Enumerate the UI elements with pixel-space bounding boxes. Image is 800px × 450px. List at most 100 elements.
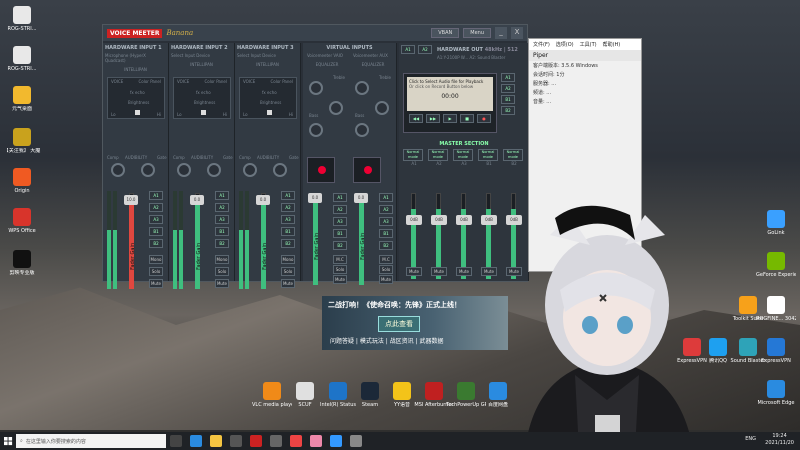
out-a2-button[interactable]: A2 bbox=[418, 45, 432, 54]
recorder-a1-button[interactable]: A1 bbox=[501, 73, 515, 82]
close-button[interactable]: X bbox=[511, 27, 523, 39]
comp-knob[interactable] bbox=[177, 163, 191, 177]
bus-button-b1[interactable]: B1 bbox=[149, 227, 163, 236]
mono-button[interactable]: Mono bbox=[215, 255, 229, 264]
netease-taskbar-icon[interactable] bbox=[290, 435, 302, 447]
rewind-icon[interactable]: ◀◀ bbox=[409, 114, 423, 123]
comp-knob[interactable] bbox=[243, 163, 257, 177]
bus-mode-button[interactable]: Normal mode bbox=[428, 149, 448, 161]
clock-time[interactable]: 19:24 bbox=[765, 433, 794, 440]
minimize-button[interactable]: _ bbox=[495, 27, 507, 39]
comp-knob[interactable] bbox=[111, 163, 125, 177]
play-icon[interactable]: ▶ bbox=[443, 114, 457, 123]
app-taskbar-icon[interactable] bbox=[270, 435, 282, 447]
solo-button[interactable]: Solo bbox=[333, 265, 347, 274]
fader-handle[interactable]: 10.0 bbox=[124, 195, 138, 205]
intellipan-pad[interactable]: VOICE Color Panel fx echo Brightness Lo … bbox=[107, 77, 165, 119]
bus-button-b2[interactable]: B2 bbox=[379, 241, 393, 250]
bus-button-b2[interactable]: B2 bbox=[333, 241, 347, 250]
intellipan-pad[interactable]: VOICE Color Panel fx echo Brightness Lo … bbox=[173, 77, 231, 119]
bus-button-a2[interactable]: A2 bbox=[281, 203, 295, 212]
bus-button-a3[interactable]: A3 bbox=[215, 215, 229, 224]
task-view-icon[interactable] bbox=[170, 435, 182, 447]
desktop-icon[interactable]: ROG-STRI... bbox=[2, 46, 42, 72]
pan-handle[interactable] bbox=[201, 110, 206, 115]
desktop-icon[interactable]: Toolkit Suite bbox=[728, 296, 768, 322]
recorder-a2-button[interactable]: A2 bbox=[501, 84, 515, 93]
gate-knob[interactable] bbox=[207, 163, 221, 177]
strip-device[interactable]: Select Input Device bbox=[169, 53, 234, 58]
bus-button-b1[interactable]: B1 bbox=[281, 227, 295, 236]
fader-handle[interactable]: 0dB bbox=[431, 215, 447, 225]
desktop-icon[interactable]: 剪映专业版 bbox=[2, 250, 42, 276]
taskbar-search-box[interactable]: ⌕ 在这里输入你要搜索的内容 bbox=[16, 434, 166, 448]
bus-mode-button[interactable]: Normal mode bbox=[478, 149, 498, 161]
clock-date[interactable]: 2021/11/20 bbox=[765, 440, 794, 447]
desktop-icon[interactable]: 元气桌面 bbox=[2, 86, 42, 112]
desktop-icon[interactable]: GoLink bbox=[756, 210, 796, 236]
record-icon[interactable]: ● bbox=[477, 114, 491, 123]
fader-handle[interactable]: 0dB bbox=[406, 215, 422, 225]
bus-button-a3[interactable]: A3 bbox=[333, 217, 347, 226]
strip-device[interactable]: Microphone (HyperX Quadcast) bbox=[103, 53, 168, 63]
voicemeeter-titlebar[interactable]: VOICE MEETER Banana VBAN Menu _ X bbox=[103, 25, 527, 41]
desktop-icon[interactable]: 【关注我】 大魔 bbox=[2, 128, 42, 154]
language-indicator[interactable]: ENG bbox=[745, 436, 756, 443]
desktop-icon[interactable]: Microsoft Edge bbox=[756, 380, 796, 406]
recorder-panel[interactable]: Click to Select Audio file for Playback … bbox=[403, 73, 497, 133]
voicemeeter-window[interactable]: VOICE MEETER Banana VBAN Menu _ X HARDWA… bbox=[102, 24, 529, 289]
eq-knob[interactable] bbox=[309, 81, 323, 95]
ad-links[interactable]: 问题答疑 | 模式玩法 | 战区资讯 | 武器数据 bbox=[330, 336, 444, 345]
mute-button[interactable]: Mute bbox=[215, 279, 229, 288]
bus-button-b2[interactable]: B2 bbox=[149, 239, 163, 248]
mute-button[interactable]: Mute bbox=[379, 275, 393, 284]
bus-button-a1[interactable]: A1 bbox=[281, 191, 295, 200]
mono-button[interactable]: Mono bbox=[281, 255, 295, 264]
bus-button-b2[interactable]: B2 bbox=[215, 239, 229, 248]
app2-taskbar-icon[interactable] bbox=[330, 435, 342, 447]
desktop-icon[interactable]: GeForce Experience bbox=[756, 252, 796, 278]
forward-icon[interactable]: ▶▶ bbox=[426, 114, 440, 123]
bus-button-b1[interactable]: B1 bbox=[333, 229, 347, 238]
desktop-icon[interactable]: Origin bbox=[2, 168, 42, 194]
mute-button[interactable]: Mute bbox=[281, 279, 295, 288]
menu-item[interactable]: 文件(F) bbox=[533, 41, 550, 48]
start-button[interactable] bbox=[0, 432, 16, 450]
bus-button-a2[interactable]: A2 bbox=[215, 203, 229, 212]
bus-button-a1[interactable]: A1 bbox=[149, 191, 163, 200]
bus-button-a1[interactable]: A1 bbox=[379, 193, 393, 202]
desktop-icon[interactable]: 百度网盘 bbox=[478, 382, 518, 408]
mute-button[interactable]: Mute bbox=[456, 267, 472, 276]
solo-button[interactable]: Solo bbox=[281, 267, 295, 276]
eq-knob[interactable] bbox=[375, 101, 389, 115]
recorder-b2-button[interactable]: B2 bbox=[501, 106, 515, 115]
properties-menu-bar[interactable]: 文件(F) 选项(O) 工具(T) 帮助(H) bbox=[529, 39, 641, 50]
bus-button-a1[interactable]: A1 bbox=[333, 193, 347, 202]
solo-button[interactable]: Solo bbox=[379, 265, 393, 274]
solo-button[interactable]: Solo bbox=[215, 267, 229, 276]
explorer-taskbar-icon[interactable] bbox=[210, 435, 222, 447]
mc-button[interactable]: M.C bbox=[333, 255, 347, 264]
gate-knob[interactable] bbox=[141, 163, 155, 177]
eq-knob[interactable] bbox=[355, 123, 369, 137]
menu-item[interactable]: 帮助(H) bbox=[603, 41, 621, 48]
mute-button[interactable]: Mute bbox=[149, 279, 163, 288]
mc-button[interactable]: M.C bbox=[379, 255, 393, 264]
strip-device[interactable]: Select Input Device bbox=[235, 53, 300, 58]
mute-button[interactable]: Mute bbox=[406, 267, 422, 276]
eq-knob[interactable] bbox=[329, 101, 343, 115]
mute-button[interactable]: Mute bbox=[481, 267, 497, 276]
stop-icon[interactable]: ■ bbox=[460, 114, 474, 123]
menu-item[interactable]: 工具(T) bbox=[580, 41, 597, 48]
system-tray[interactable]: ENG 19:24 2021/11/20 bbox=[745, 433, 794, 447]
desktop-icon[interactable]: ROG-STRI... bbox=[2, 6, 42, 32]
menu-item[interactable]: 选项(O) bbox=[556, 41, 574, 48]
fader-handle[interactable]: 0dB bbox=[456, 215, 472, 225]
fader-handle[interactable]: 0.0 bbox=[308, 193, 322, 203]
bus-button-a3[interactable]: A3 bbox=[149, 215, 163, 224]
fader-handle[interactable]: 0.0 bbox=[190, 195, 204, 205]
fader-handle[interactable]: 0dB bbox=[481, 215, 497, 225]
mono-button[interactable]: Mono bbox=[149, 255, 163, 264]
bus-button-a3[interactable]: A3 bbox=[281, 215, 295, 224]
bus-button-a2[interactable]: A2 bbox=[379, 205, 393, 214]
